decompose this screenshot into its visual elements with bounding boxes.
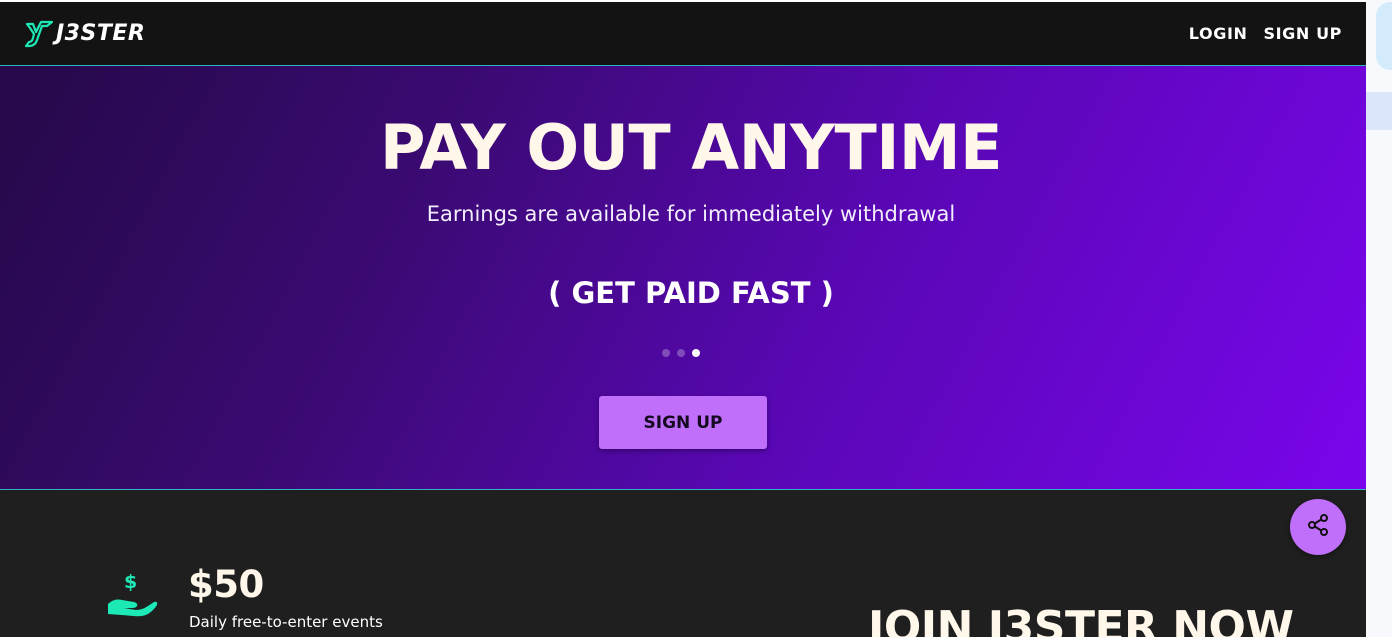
adjacent-panel-band [1366,92,1392,130]
share-button[interactable] [1290,499,1346,555]
top-navbar: J3STER LOGIN SIGN UP [0,2,1366,66]
hand-holding-dollar-icon: $ [104,570,160,624]
page: J3STER LOGIN SIGN UP PAY OUT ANYTIME Ear… [0,0,1392,637]
hero-carousel: PAY OUT ANYTIME Earnings are available f… [0,66,1366,490]
app-viewport: J3STER LOGIN SIGN UP PAY OUT ANYTIME Ear… [0,0,1366,637]
svg-text:$: $ [124,571,137,593]
carousel-dot[interactable] [662,349,670,357]
share-icon [1306,513,1330,541]
stat-value: $50 [188,563,264,606]
carousel-indicators [662,349,700,357]
hero-tagline: ( GET PAID FAST ) [548,276,834,310]
hero-title: PAY OUT ANYTIME [380,111,1002,184]
join-heading: JOIN J3STER NOW [868,602,1294,637]
carousel-dot[interactable] [677,349,685,357]
hero-subtitle: Earnings are available for immediately w… [426,202,956,226]
signup-link[interactable]: SIGN UP [1264,24,1343,43]
jester-logo-icon [24,20,54,48]
hero-signup-button[interactable]: SIGN UP [599,396,767,449]
brand-logo[interactable]: J3STER [24,20,145,48]
header-nav: LOGIN SIGN UP [1189,24,1342,43]
login-link[interactable]: LOGIN [1189,24,1248,43]
carousel-dot-active[interactable] [692,349,700,357]
brand-name: J3STER [56,20,146,46]
adjacent-panel-bubble [1376,2,1392,70]
features-section: $ $50 Daily free-to-enter events JOIN J3… [0,490,1366,637]
stat-label: Daily free-to-enter events [189,613,383,631]
